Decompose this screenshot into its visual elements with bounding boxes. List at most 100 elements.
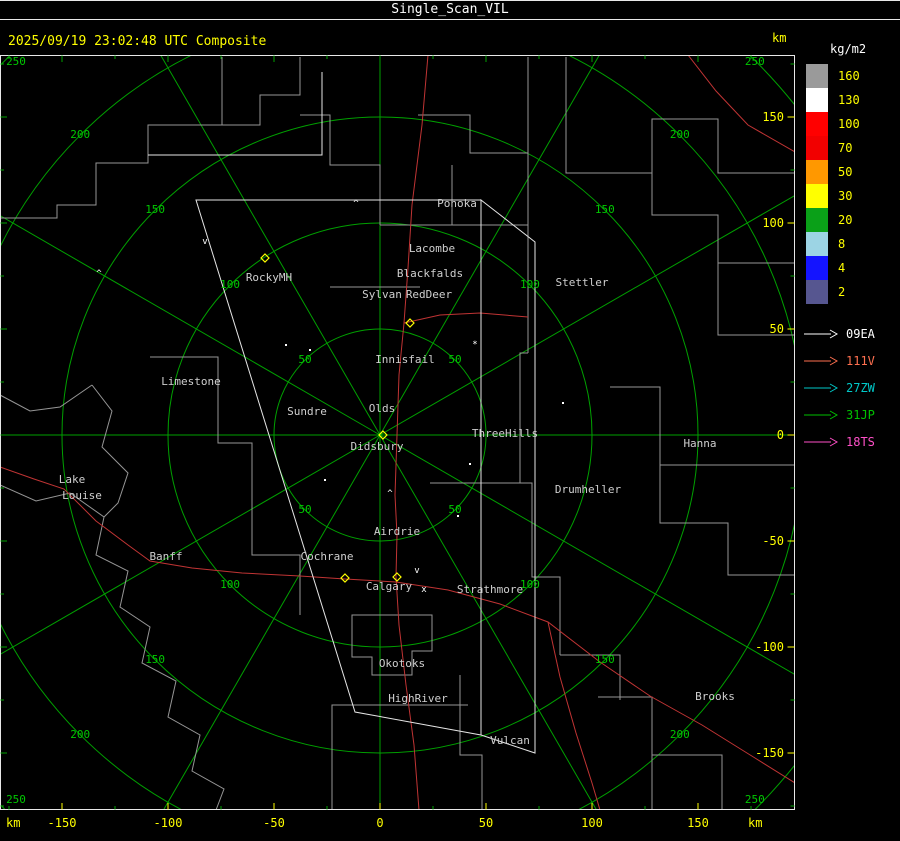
legend-value: 4	[838, 261, 846, 275]
radar-list-item: 18TS	[798, 428, 900, 455]
range-ring-label: 150	[595, 203, 615, 216]
city-label: Olds	[369, 402, 396, 415]
city-label: Louise	[62, 489, 102, 502]
symbol-marker: ^	[96, 269, 102, 279]
azimuth-spoke	[379, 434, 795, 676]
county-boundaries-segment	[251, 483, 301, 615]
bottom-axis-tick-label: -50	[263, 816, 285, 830]
legend-value: 50	[838, 165, 853, 179]
legend-color-swatch	[806, 160, 828, 184]
legend-color-swatch	[806, 88, 828, 112]
legend-entry: 2	[798, 280, 900, 304]
symbol-marker: ^	[387, 489, 393, 499]
radar-list-item: 09EA	[798, 320, 900, 347]
county-boundaries-segment	[519, 352, 561, 655]
range-ring-label: 150	[145, 653, 165, 666]
county-boundaries-segment	[0, 384, 93, 412]
bottom-axis-unit-left: km	[6, 816, 21, 830]
right-axis-tick-label: 0	[777, 428, 784, 442]
county-boundaries-segment	[331, 704, 468, 810]
county-boundaries-segment	[418, 114, 528, 154]
city-label: Vulcan	[490, 734, 530, 747]
city-label: ThreeHills	[472, 427, 538, 440]
city-label: Innisfail	[375, 353, 435, 366]
window-title: Single_Scan_VIL	[0, 0, 900, 20]
radar-site-marker	[405, 318, 415, 328]
county-boundaries-segment	[659, 465, 795, 576]
symbol-marker: v	[414, 566, 419, 576]
town-dot-marker	[285, 344, 287, 346]
bottom-axis: km km -150 -100 -50 0 50 100 150	[0, 816, 795, 838]
right-axis-unit-label: km	[772, 31, 787, 45]
radar-list-item: 111V	[798, 347, 900, 374]
bottom-axis-tick-label: 0	[376, 816, 384, 830]
radar-map-display[interactable]: 50 50 50 50 100 100 100 100 150 150 150 150 200 200 20…	[0, 55, 795, 810]
legend-color-swatch	[806, 256, 828, 280]
legend-value: 8	[838, 237, 846, 251]
legend-color-swatch	[806, 112, 828, 136]
range-ring-label: 250	[745, 55, 765, 68]
legend-entry: 50	[798, 160, 900, 184]
city-label: Cochrane	[301, 550, 354, 563]
radar-site-marker	[340, 573, 350, 583]
map-markers: ^ ^ ^ v v * x	[96, 199, 564, 595]
legend-entry: 100	[798, 112, 900, 136]
range-ring-label: 50	[298, 353, 311, 366]
range-ring-label: 200	[670, 728, 690, 741]
range-ring-label: 200	[70, 728, 90, 741]
city-label: Banff	[149, 550, 182, 563]
right-axis-tick-label: 150	[762, 110, 784, 124]
radar-list-item: 27ZW	[798, 374, 900, 401]
city-label: Limestone	[161, 375, 221, 388]
legend-color-swatch	[806, 64, 828, 88]
legend-entry: 4	[798, 256, 900, 280]
radar-list: 09EA 111V 27ZW 31JP 18TS	[798, 320, 900, 455]
legend-value: 30	[838, 189, 853, 203]
range-ring-label: 150	[595, 653, 615, 666]
legend-color-swatch	[806, 208, 828, 232]
range-ring-label: 250	[745, 793, 765, 806]
symbol-marker: v	[202, 237, 207, 247]
radar-id: 31JP	[846, 407, 875, 422]
city-label: RockyMH	[246, 271, 292, 284]
radar-list-item: 31JP	[798, 401, 900, 428]
city-label: Strathmore	[457, 583, 523, 596]
county-boundaries-segment	[0, 57, 223, 219]
azimuth-spoke	[160, 55, 381, 436]
legend-color-swatch	[806, 232, 828, 256]
symbol-marker: ^	[353, 199, 359, 209]
legend-entry: 30	[798, 184, 900, 208]
right-axis-tick-label: 50	[770, 322, 784, 336]
town-dot-marker	[324, 479, 326, 481]
legend-color-swatch	[806, 136, 828, 160]
range-ring-label: 200	[70, 128, 90, 141]
county-boundaries-segment	[300, 114, 381, 225]
city-label: Hanna	[683, 437, 716, 450]
radar-id: 18TS	[846, 434, 875, 449]
legend-unit-label: kg/m2	[830, 42, 867, 56]
legend-color-swatch	[806, 184, 828, 208]
radar-id: 27ZW	[846, 380, 875, 395]
legend-value: 70	[838, 141, 853, 155]
radar-coverage-outlines-segment	[148, 72, 323, 156]
city-label: Didsbury	[351, 440, 404, 453]
range-ring-label: 50	[298, 503, 311, 516]
town-dot-marker	[457, 515, 459, 517]
city-label: Lacombe	[409, 242, 455, 255]
right-axis-tick-label: -50	[762, 534, 784, 548]
highway-lines-segment	[687, 55, 795, 153]
bottom-axis-tick-label: -100	[153, 816, 183, 830]
town-dot-marker	[469, 463, 471, 465]
city-label: Sundre	[287, 405, 327, 418]
bottom-axis-unit-right: km	[748, 816, 763, 830]
range-labels: 50 5050 50100 100100 100150 150150 150200 20020…	[6, 55, 765, 806]
legend-entry: 160	[798, 64, 900, 88]
city-label: Brooks	[695, 690, 735, 703]
azimuth-spoke	[162, 434, 381, 810]
county-boundaries-segment	[565, 57, 795, 174]
radar-arrow-icon	[804, 437, 838, 446]
range-ring-label: 50	[448, 503, 461, 516]
range-ring-label: 100	[520, 278, 540, 291]
legend-panel: kg/m2 160 130 100 70 50 30 20 8 4 2 09EA 111V 27ZW 3…	[798, 42, 900, 455]
range-ring-label: 200	[670, 128, 690, 141]
